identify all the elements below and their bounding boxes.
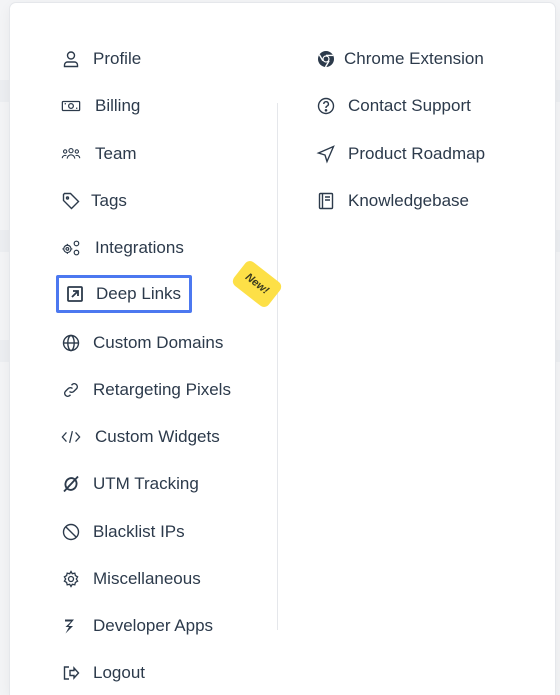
menu-item-label: Team [95, 144, 137, 163]
menu-item-integrations[interactable]: Integrations [60, 230, 184, 266]
menu-item-label: Custom Domains [93, 333, 224, 352]
question-icon [315, 95, 337, 117]
chrome-icon [315, 48, 337, 70]
book-icon [315, 190, 337, 212]
menu-item-utm-tracking[interactable]: UTM Tracking [60, 466, 199, 502]
user-icon [60, 48, 82, 70]
menu-item-label: Integrations [95, 238, 184, 257]
menu-item-product-roadmap[interactable]: Product Roadmap [315, 136, 485, 172]
menu-item-miscellaneous[interactable]: Miscellaneous [60, 561, 201, 597]
menu-item-developer-apps[interactable]: Developer Apps [60, 608, 213, 644]
tag-icon [60, 190, 82, 212]
gear-icon [60, 568, 82, 590]
menu-item-label: Knowledgebase [348, 191, 469, 210]
menu-item-label: Profile [93, 49, 142, 68]
developer-icon [60, 615, 82, 637]
menu-item-label: Retargeting Pixels [93, 380, 231, 399]
menu-item-custom-widgets[interactable]: Custom Widgets [60, 419, 220, 455]
menu-item-chrome-extension[interactable]: Chrome Extension [315, 41, 484, 77]
column-divider [277, 103, 278, 630]
menu-item-label: Chrome Extension [344, 49, 484, 68]
ban-icon [60, 521, 82, 543]
menu-item-knowledgebase[interactable]: Knowledgebase [315, 183, 469, 219]
menu-item-label: Blacklist IPs [93, 522, 185, 541]
menu-item-label: UTM Tracking [93, 474, 199, 493]
menu-item-label: Miscellaneous [93, 569, 201, 588]
logout-icon [60, 662, 82, 684]
menu-item-team[interactable]: Team [60, 136, 137, 172]
menu-item-custom-domains[interactable]: Custom Domains [60, 325, 223, 361]
settings-dropdown-panel: Profile Billing Team Tags Integrations D… [10, 3, 555, 695]
menu-item-retargeting-pixels[interactable]: Retargeting Pixels [60, 372, 231, 408]
menu-item-label: Contact Support [348, 96, 471, 115]
menu-item-billing[interactable]: Billing [60, 88, 140, 124]
menu-item-profile[interactable]: Profile [60, 41, 141, 77]
menu-item-label: Developer Apps [93, 616, 214, 635]
menu-item-label: Logout [93, 663, 145, 682]
new-badge: New! [230, 258, 284, 310]
menu-item-tags[interactable]: Tags [60, 183, 127, 219]
external-link-icon [64, 283, 86, 305]
menu-item-blacklist-ips[interactable]: Blacklist IPs [60, 514, 185, 550]
link-icon [60, 379, 82, 401]
money-icon [60, 95, 82, 117]
menu-item-label: Custom Widgets [95, 427, 220, 446]
menu-item-contact-support[interactable]: Contact Support [315, 88, 471, 124]
menu-item-label: Tags [91, 191, 127, 210]
team-icon [60, 143, 82, 165]
menu-item-logout[interactable]: Logout [60, 655, 145, 691]
menu-item-label: Product Roadmap [348, 144, 486, 163]
menu-item-label: Billing [95, 96, 141, 115]
menu-item-deep-links[interactable]: Deep Links [56, 275, 193, 313]
utm-icon [60, 473, 82, 495]
integrations-icon [60, 237, 82, 259]
code-icon [60, 426, 82, 448]
menu-item-label: Deep Links [96, 284, 182, 303]
navigation-icon [315, 143, 337, 165]
globe-icon [60, 332, 82, 354]
